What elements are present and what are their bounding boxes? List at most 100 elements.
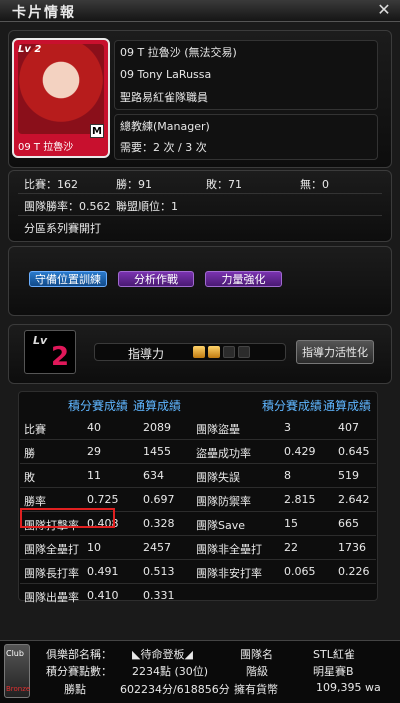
stat-career-value: 0.328 [143,517,175,530]
stat-label: 團隊Save [196,519,246,532]
stat-label: 勝 [24,447,35,460]
stat-label: 團隊防禦率 [196,495,251,508]
record-wins: 勝：91 [116,178,152,191]
stat-career-value: 407 [338,421,359,434]
stat-career-value: 0.645 [338,445,370,458]
card-level-badge: Lv 2 [18,44,42,55]
stat-career-value: 2457 [143,541,171,554]
guidance-bar [94,343,286,361]
guidance-lv-number: 2 [51,342,70,372]
highlight-box [20,508,115,528]
card-english-name: 09 Tony LaRussa [120,68,212,81]
stat-label: 勝率 [24,495,46,508]
stat-career-value: 0.697 [143,493,175,506]
guidance-level-badge: Lv 2 [24,330,76,374]
record-win-pct: 團隊勝率：0.562 [24,200,111,213]
guidance-pip [193,346,205,358]
team-value: STL紅雀 [313,648,355,661]
player-portrait [18,44,104,134]
club-value: ◣待命登板◢ [132,648,193,661]
stat-league-value: 3 [284,421,291,434]
club-label: 俱樂部名稱： [46,648,112,661]
stat-league-value: 0.065 [284,565,316,578]
stat-league-value: 11 [87,469,101,482]
stat-label: 團隊盜壘 [196,423,240,436]
window-title: 卡片情報 [12,5,76,21]
stat-label: 敗 [24,471,35,484]
close-icon[interactable]: ✕ [376,1,392,19]
points-label: 積分賽點數： [46,665,112,678]
card-name: 09 T 拉魯沙 [18,142,74,153]
club-rank: Bronze [6,685,31,693]
stat-career-value: 519 [338,469,359,482]
stat-league-value: 29 [87,445,101,458]
money-value: 109,395 wa [316,681,381,694]
table-divider [20,487,376,488]
stat-career-value: 2.642 [338,493,370,506]
guidance-label: 指導力 [128,347,165,361]
table-divider [20,583,376,584]
analysis-tactics-button[interactable]: 分析作戰 [118,271,194,287]
record-playoff: 分區系列賽開打 [24,222,101,235]
team-label: 團隊名 [240,648,273,661]
stat-league-value: 0.725 [87,493,119,506]
defense-training-button[interactable]: 守備位置訓練 [29,271,107,287]
stat-label: 團隊非安打率 [196,567,262,580]
table-divider [20,559,376,560]
stat-label: 盜壘成功率 [196,447,251,460]
card-need: 需要：2 次 / 3 次 [120,141,207,154]
table-divider [20,535,376,536]
card-role: 總教練(Manager) [120,120,210,133]
stat-league-value: 10 [87,541,101,554]
divider [18,193,382,194]
club-badge-icon: Club Bronze [4,644,30,698]
stat-career-value: 2089 [143,421,171,434]
power-boost-button[interactable]: 力量強化 [205,271,282,287]
tier-label: 階級 [246,665,268,678]
card-type-badge: M [90,124,104,138]
guidance-pip [208,346,220,358]
stat-league-value: 8 [284,469,291,482]
stat-league-value: 0.491 [87,565,119,578]
guidance-pip [238,346,250,358]
stat-career-value: 634 [143,469,164,482]
club-word: Club [6,649,24,658]
stat-league-value: 0.429 [284,445,316,458]
guidance-lv-text: Lv [33,334,48,347]
header-league-left: 積分賽成績 [68,399,129,413]
header-career-right: 通算成績 [323,399,372,413]
money-label: 擁有貨幣 [234,683,278,696]
stat-career-value: 0.331 [143,589,175,602]
stat-career-value: 665 [338,517,359,530]
stat-career-value: 1455 [143,445,171,458]
activate-guidance-button[interactable]: 指導力活性化 [296,340,374,364]
table-divider [20,463,376,464]
stat-label: 團隊出壘率 [24,591,79,604]
points-value: 2234點 (30位) [132,665,209,678]
divider [18,215,382,216]
tier-value: 明星賽B [313,665,354,678]
record-ties: 無：0 [300,178,329,191]
guidance-pip [223,346,235,358]
stat-league-value: 40 [87,421,101,434]
title-bar: 卡片情報 ✕ [0,0,400,22]
record-league-rank: 聯盟順位：1 [116,200,178,213]
record-losses: 敗：71 [206,178,242,191]
stat-career-value: 0.513 [143,565,175,578]
stat-league-value: 15 [284,517,298,530]
jersey-value: 602234分/618856分 [120,683,230,696]
card-name-line: 09 T 拉魯沙 (無法交易) [120,46,237,59]
header-league-right: 積分賽成績 [262,399,323,413]
stat-league-value: 22 [284,541,298,554]
stat-label: 團隊失誤 [196,471,240,484]
record-games: 比賽：162 [24,178,78,191]
stat-label: 比賽 [24,423,46,436]
stat-label: 團隊非全壘打 [196,543,262,556]
card-team-line: 聖路易紅雀隊職員 [120,91,208,104]
player-card: Lv 2 M 09 T 拉魯沙 [12,38,110,158]
stat-label: 團隊長打率 [24,567,79,580]
jersey-label: 勝點 [64,683,86,696]
header-career-left: 通算成績 [133,399,182,413]
stat-career-value: 0.226 [338,565,370,578]
stat-league-value: 2.815 [284,493,316,506]
